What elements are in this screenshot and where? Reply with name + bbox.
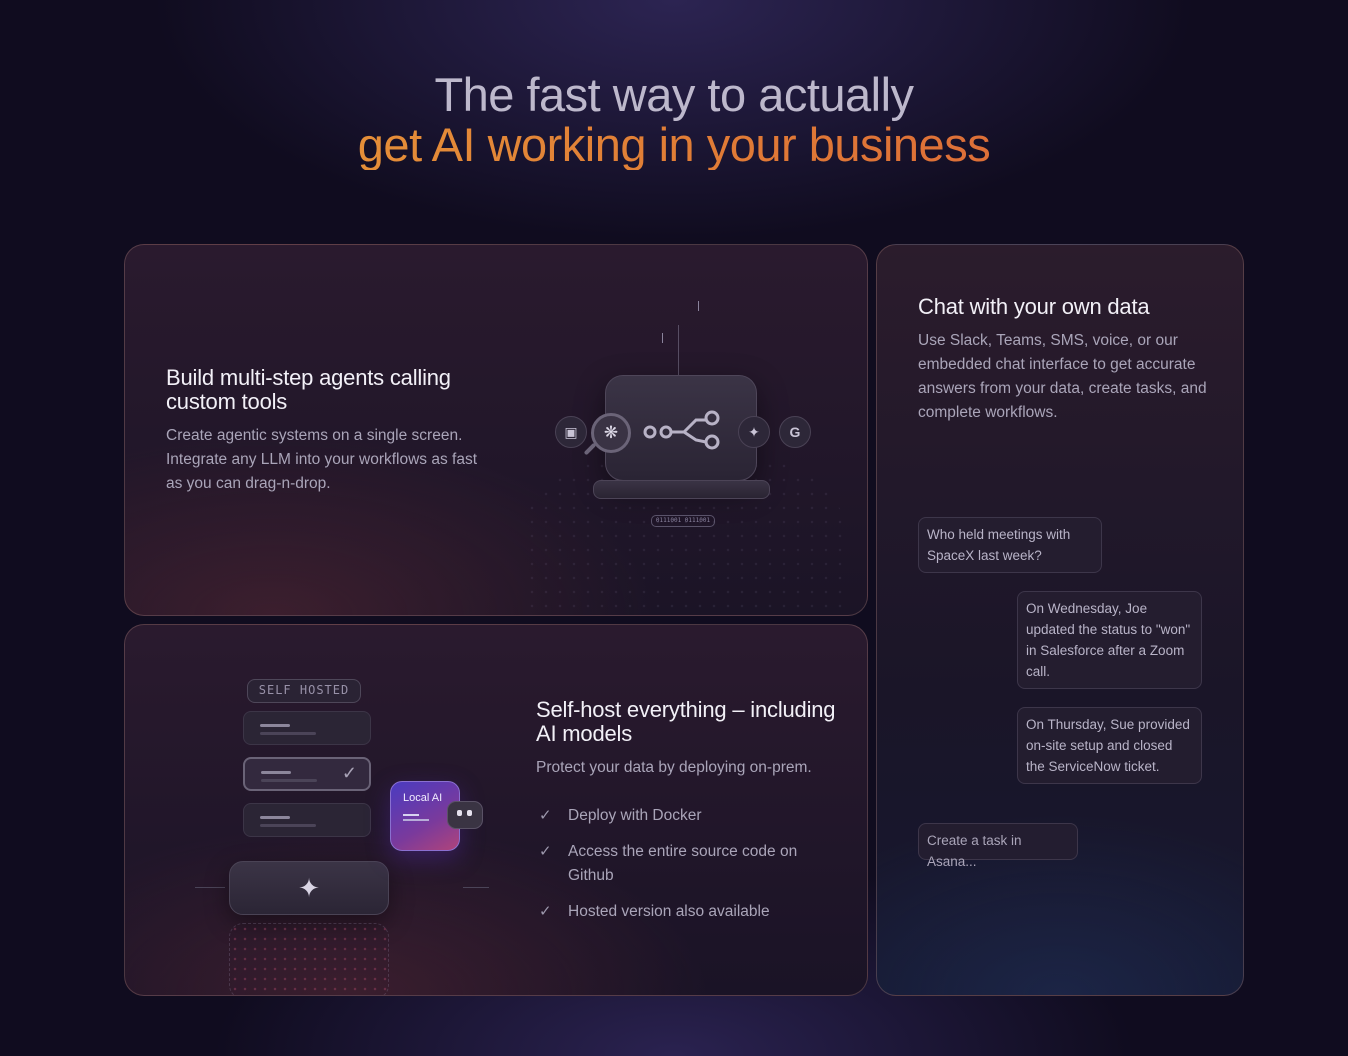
- binary-chip: 0111001 0111001: [651, 515, 715, 527]
- feature-item: ✓ Deploy with Docker: [536, 804, 816, 828]
- check-icon: ✓: [341, 763, 357, 783]
- check-icon: ✓: [539, 903, 552, 920]
- list-item: [243, 803, 371, 837]
- magnifier-handle: [583, 442, 597, 456]
- list-item: [243, 711, 371, 745]
- notion-icon: ▣: [555, 416, 587, 448]
- sparkle-icon: ✦: [229, 861, 389, 915]
- robot-icon: [447, 801, 483, 829]
- connector-line: [463, 887, 489, 888]
- chat-message-assistant: On Wednesday, Joe updated the status to …: [1017, 591, 1202, 689]
- hero-headline: The fast way to actually get AI working …: [0, 70, 1348, 170]
- local-ai-label: Local AI: [403, 792, 443, 804]
- check-icon: ✓: [539, 807, 552, 824]
- headline-line-1: The fast way to actually: [434, 68, 914, 121]
- list-item-selected: ✓: [243, 757, 371, 791]
- agents-card-title: Build multi-step agents calling custom t…: [166, 365, 451, 414]
- chat-card: Chat with your own data Use Slack, Teams…: [876, 244, 1244, 996]
- self-hosted-badge: SELF HOSTED: [247, 679, 361, 703]
- headline-line-2: get AI working in your business: [0, 120, 1348, 170]
- self-host-card: SELF HOSTED ✓ ✦ Local AI Self-host every…: [124, 624, 868, 996]
- check-icon: ✓: [539, 843, 552, 860]
- grid-decoration: [229, 923, 389, 995]
- google-icon: G: [779, 416, 811, 448]
- connector-line: [195, 887, 225, 888]
- feature-text: Deploy with Docker: [568, 807, 702, 824]
- feature-item: ✓ Access the entire source code on Githu…: [536, 840, 816, 888]
- feature-text: Hosted version also available: [568, 903, 770, 920]
- self-host-card-body: Protect your data by deploying on-prem.: [536, 759, 812, 776]
- chat-card-title: Chat with your own data: [918, 294, 1150, 319]
- tick-decoration: [698, 301, 699, 311]
- agents-card: Build multi-step agents calling custom t…: [124, 244, 868, 616]
- feature-text: Access the entire source code on Github: [568, 843, 798, 884]
- sparkle-icon: ✦: [738, 416, 770, 448]
- chat-card-body: Use Slack, Teams, SMS, voice, or our emb…: [918, 332, 1207, 421]
- agents-card-body: Create agentic systems on a single scree…: [166, 427, 478, 492]
- openai-icon: ❋: [591, 413, 631, 453]
- self-host-card-title: Self-host everything – including AI mode…: [536, 697, 836, 746]
- laptop-base: [593, 480, 770, 499]
- feature-item: ✓ Hosted version also available: [536, 900, 816, 924]
- chat-message-assistant: On Thursday, Sue provided on-site setup …: [1017, 707, 1202, 784]
- chat-message-user: Who held meetings with SpaceX last week?: [918, 517, 1102, 573]
- tick-decoration: [662, 333, 663, 343]
- chat-input[interactable]: Create a task in Asana...: [918, 823, 1078, 869]
